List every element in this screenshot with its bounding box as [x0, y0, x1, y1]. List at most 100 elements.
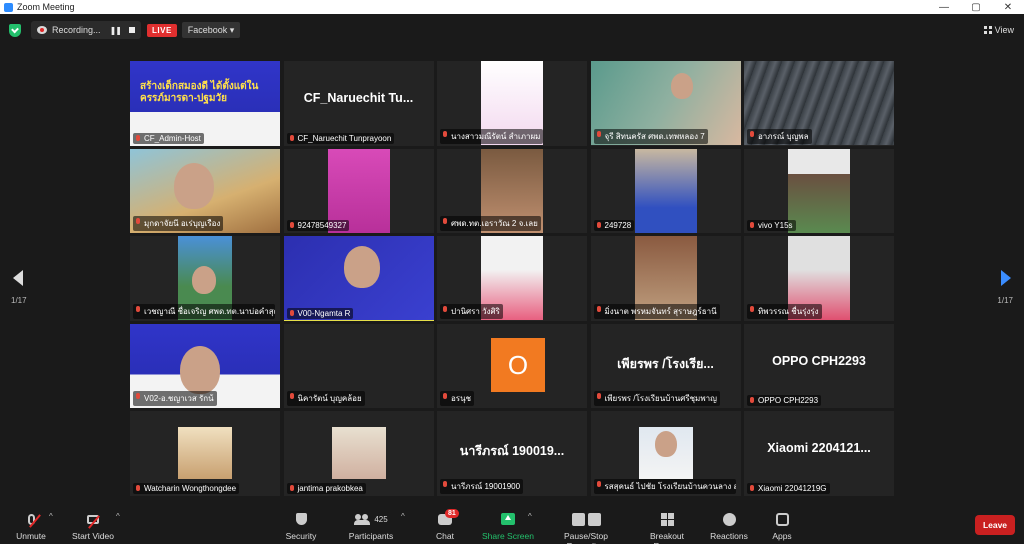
pause-stop-recording-button[interactable]: Pause/Stop Recording	[544, 510, 628, 544]
face-image	[180, 345, 220, 394]
video-options-chevron-icon[interactable]: ^	[116, 512, 120, 521]
participant-tile[interactable]: นิคารัตน์ บุญคล้อย	[283, 323, 434, 408]
participant-tile[interactable]: Xiaomi 2204121... Xiaomi 22041219G	[744, 411, 894, 496]
pause-recording-icon[interactable]: ❚❚	[110, 26, 122, 35]
participants-options-chevron-icon[interactable]: ^	[401, 512, 405, 521]
share-screen-icon	[501, 513, 515, 525]
participant-name: รสสุคนธ์ ไปชัย โรงเรียนบ้านควนลาง ส.	[593, 478, 736, 494]
previous-page-arrow-icon[interactable]	[13, 270, 23, 286]
participant-name: V02-อ.ชญาเวส รักน้	[133, 391, 217, 406]
face-image	[174, 162, 214, 209]
participant-tile[interactable]: มุกดาจัยนี อเร่บุญเรือง	[130, 148, 280, 233]
participant-tile[interactable]: 249728	[590, 148, 741, 233]
encryption-shield-icon[interactable]	[9, 23, 21, 37]
window-title: Zoom Meeting	[17, 2, 75, 12]
apps-icon	[775, 512, 789, 526]
close-button[interactable]: ✕	[992, 2, 1024, 13]
security-label: Security	[285, 531, 317, 541]
participant-name: จุรี สิทนครัส ศพด.เทพหลอง 7	[593, 128, 708, 144]
maximize-button[interactable]: ▢	[960, 2, 992, 13]
start-video-label: Start Video	[72, 531, 114, 541]
participant-tile[interactable]: CF_Naruechit Tu... CF_Naruechit Tunprayo…	[283, 61, 434, 146]
next-page-arrow-icon[interactable]	[1001, 270, 1011, 286]
participant-name: Xiaomi 22041219G	[747, 482, 830, 494]
muted-microphone-icon	[27, 513, 35, 525]
participant-tile[interactable]: O อรนุช	[437, 323, 587, 408]
chat-label: Chat	[436, 531, 454, 541]
participant-photo	[331, 427, 386, 479]
chat-button[interactable]: 81 Chat	[430, 508, 460, 541]
minimize-button[interactable]: —	[928, 2, 960, 13]
meeting-toolbar: Unmute ^ Start Video ^ Security 425 Part…	[0, 508, 1024, 544]
stop-recording-icon[interactable]	[129, 27, 135, 33]
participants-button[interactable]: 425 Participants	[345, 510, 397, 541]
recording-dot-icon	[37, 26, 47, 34]
breakout-rooms-button[interactable]: Breakout Rooms	[636, 510, 698, 544]
participant-tile[interactable]: vivo Y15s	[744, 148, 894, 233]
share-screen-button[interactable]: Share Screen	[482, 510, 534, 541]
participant-name: 249728	[593, 220, 635, 231]
participant-tile[interactable]: ทิพวรรณ ชื่นรุ่งรุ่ง	[744, 236, 894, 321]
participant-tile[interactable]: สร้างเด็กสมองดี ได้ตั้งแต่ในครรภ์มารดา-ป…	[130, 61, 280, 146]
participant-photo	[178, 427, 232, 479]
participants-icon	[354, 514, 371, 525]
window-titlebar: Zoom Meeting — ▢ ✕	[0, 0, 1024, 14]
apps-label: Apps	[772, 531, 792, 541]
breakout-rooms-label: Breakout Rooms	[649, 531, 685, 544]
participant-name: อาภรณ์ บุญพล	[747, 128, 812, 144]
audio-options-chevron-icon[interactable]: ^	[49, 512, 53, 521]
face-image	[192, 266, 216, 294]
participant-tile[interactable]: เพียรพร /โรงเรีย... เพียรพร /โรงเรียนบ้า…	[590, 323, 741, 408]
apps-button[interactable]: Apps	[770, 510, 794, 541]
participant-name: V00-Ngamta R	[286, 307, 354, 319]
reactions-button[interactable]: Reactions	[710, 510, 748, 541]
participant-tile[interactable]: OPPO CPH2293 OPPO CPH2293	[744, 323, 894, 408]
participant-tile[interactable]: รสสุคนธ์ ไปชัย โรงเรียนบ้านควนลาง ส.	[590, 411, 741, 496]
leave-button[interactable]: Leave	[975, 515, 1015, 535]
participant-tile[interactable]: นารีภรณ์ 190019... นารีภรณ์ 19001900	[437, 411, 587, 496]
chat-bubble-icon: 81	[438, 508, 459, 525]
chat-unread-badge: 81	[445, 508, 459, 518]
security-shield-icon	[295, 513, 307, 525]
view-button[interactable]: View	[983, 25, 1014, 35]
meeting-topbar: Recording... ❚❚ LIVE Facebook ▾ View	[0, 14, 1024, 46]
participant-name: มุกดาจัยนี อเร่บุญเรือง	[133, 216, 224, 231]
participant-tile[interactable]: jantima prakobkea	[283, 411, 434, 496]
share-options-chevron-icon[interactable]: ^	[528, 512, 532, 521]
breakout-rooms-icon	[660, 512, 674, 526]
participant-tile[interactable]: จุรี สิทนครัส ศพด.เทพหลอง 7	[590, 61, 741, 146]
participant-name: ศพด.ทต.เอราวัณ 2 จ.เลย	[440, 216, 541, 231]
participant-tile[interactable]: ปานิศรา วังศิริ	[437, 236, 587, 321]
participant-count: 425	[374, 514, 388, 524]
participant-tile[interactable]: นางสาวมณีรัตน์ สำเภาผม	[437, 61, 587, 146]
participant-display-name: OPPO CPH2293	[772, 353, 866, 368]
participant-name: ทิพวรรณ ชื่นรุ่งรุ่ง	[747, 303, 822, 319]
start-video-button[interactable]: Start Video	[70, 510, 116, 541]
participant-tile[interactable]: 92478549327	[283, 148, 434, 233]
participant-tile[interactable]: เวชญาณี ชื่อเจริญ ศพด.ทต.นาบ่อคำสุด	[130, 236, 280, 321]
participant-name: 92478549327	[286, 220, 350, 231]
unmute-button[interactable]: Unmute	[14, 510, 48, 541]
recording-label: Recording...	[52, 25, 101, 35]
page-indicator-left: 1/17	[11, 296, 27, 305]
participant-name: OPPO CPH2293	[747, 395, 822, 406]
participant-tile[interactable]: V02-อ.ชญาเวส รักน้	[130, 323, 280, 408]
participant-tile[interactable]: อาภรณ์ บุญพล	[744, 61, 894, 146]
participant-name: นางสาวมณีรัตน์ สำเภาผม	[440, 128, 544, 144]
avatar: O	[491, 337, 545, 392]
participant-tile[interactable]: ศพด.ทต.เอราวัณ 2 จ.เลย	[437, 148, 587, 233]
participant-name: มิ่งนาต พรหมจันทร์ สุราษฎร์ธานี	[593, 303, 720, 319]
participant-name: นิคารัตน์ บุญคล้อย	[286, 391, 365, 406]
participant-tile[interactable]: Watcharin Wongthongdee	[130, 411, 280, 496]
participant-name: Watcharin Wongthongdee	[133, 482, 240, 494]
recording-indicator: Recording... ❚❚	[31, 21, 141, 39]
participant-name: อรนุช	[440, 391, 474, 406]
participant-tile-active-speaker[interactable]: V00-Ngamta R	[283, 236, 434, 321]
livestream-target-dropdown[interactable]: Facebook ▾	[181, 22, 241, 38]
participant-video	[788, 148, 850, 233]
share-screen-label: Share Screen	[482, 531, 534, 541]
poster-title: สร้างเด็กสมองดี ได้ตั้งแต่ในครรภ์มารดา-ป…	[140, 81, 259, 104]
security-button[interactable]: Security	[283, 510, 319, 541]
participant-tile[interactable]: มิ่งนาต พรหมจันทร์ สุราษฎร์ธานี	[590, 236, 741, 321]
pause-stop-recording-icon	[544, 510, 628, 528]
